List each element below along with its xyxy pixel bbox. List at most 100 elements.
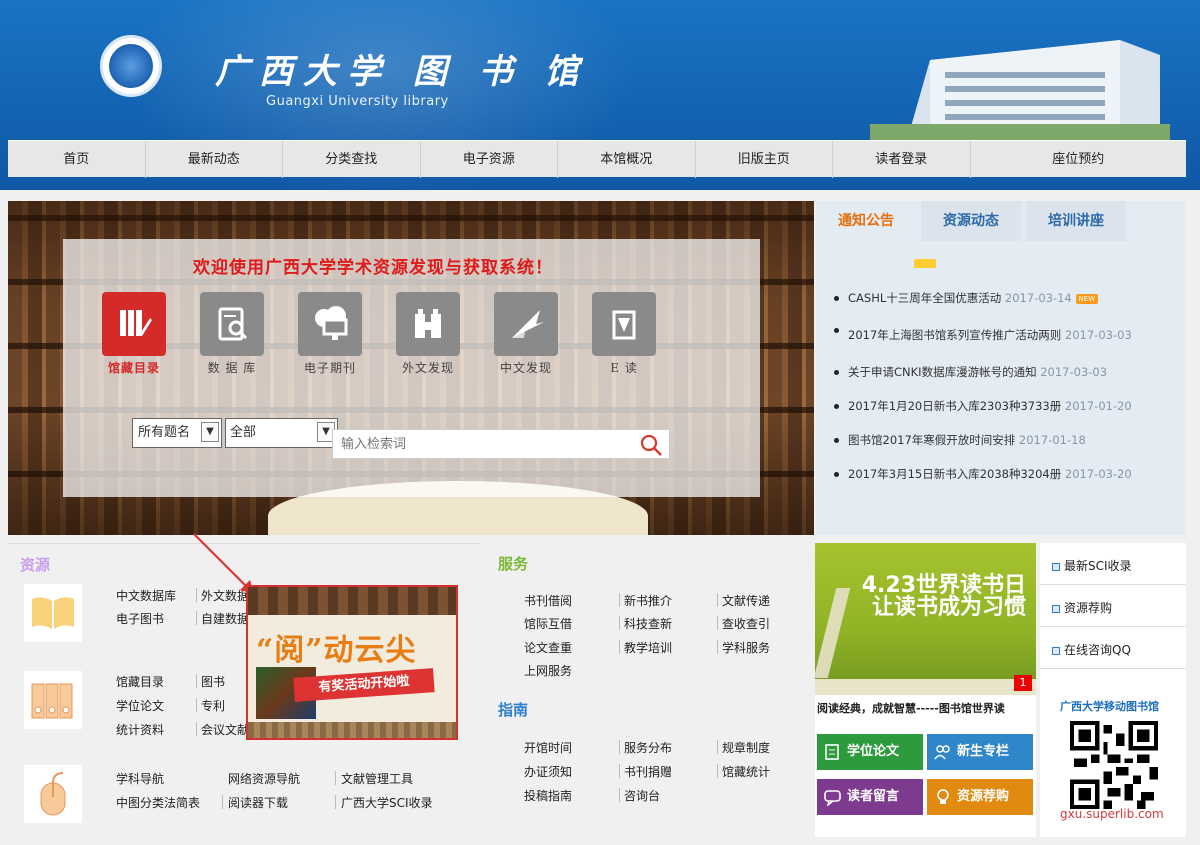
nav-category-search[interactable]: 分类查找 bbox=[283, 141, 421, 178]
guide-link[interactable]: 咨询台 bbox=[624, 787, 660, 804]
database-icon[interactable] bbox=[200, 292, 264, 356]
notice-text[interactable]: 图书馆2017年寒假开放时间安排 bbox=[848, 433, 1015, 447]
search-box bbox=[332, 429, 670, 459]
nav-old-homepage[interactable]: 旧版主页 bbox=[696, 141, 833, 178]
divider bbox=[222, 795, 223, 809]
database-label[interactable]: 数 据 库 bbox=[192, 359, 272, 376]
guide-link[interactable]: 服务分布 bbox=[624, 739, 672, 756]
freshman-tile[interactable]: 新生专栏 bbox=[927, 734, 1033, 770]
foreign-discovery-icon[interactable] bbox=[396, 292, 460, 356]
nav-reader-login[interactable]: 读者登录 bbox=[833, 141, 971, 178]
tab-notices[interactable]: 通知公告 bbox=[816, 201, 916, 241]
divider bbox=[619, 640, 620, 654]
resource-link[interactable]: 阅读器下载 bbox=[228, 794, 288, 811]
notice-item[interactable]: 2017年1月20日新书入库2303种3733册 2017-01-20 bbox=[834, 389, 1164, 423]
resource-link[interactable]: 中文数据库 bbox=[116, 587, 176, 604]
catalog-label[interactable]: 馆藏目录 bbox=[94, 359, 174, 376]
freshman-icon bbox=[934, 745, 950, 760]
resource-link[interactable]: 自建数据 bbox=[201, 610, 249, 627]
tab-resource-news[interactable]: 资源动态 bbox=[921, 201, 1021, 241]
catalog-icon[interactable] bbox=[102, 292, 166, 356]
notice-item[interactable]: CASHL十三周年全国优惠活动 2017-03-14 NEW bbox=[834, 281, 1164, 315]
service-link[interactable]: 论文查重 bbox=[524, 639, 572, 656]
resource-link[interactable]: 中图分类法简表 bbox=[116, 794, 200, 811]
resource-link[interactable]: 学位论文 bbox=[116, 697, 164, 714]
divider bbox=[196, 674, 197, 688]
resource-link[interactable]: 网络资源导航 bbox=[228, 770, 300, 787]
search-icon[interactable] bbox=[639, 433, 663, 457]
quicklink-sci[interactable]: 最新SCI收录 bbox=[1040, 547, 1186, 585]
notice-item[interactable]: 图书馆2017年寒假开放时间安排 2017-01-18 bbox=[834, 423, 1164, 457]
service-link[interactable]: 馆际互借 bbox=[524, 615, 572, 632]
guide-link[interactable]: 开馆时间 bbox=[524, 739, 572, 756]
quicklink-qq[interactable]: 在线咨询QQ bbox=[1040, 631, 1186, 669]
ejournal-label[interactable]: 电子期刊 bbox=[290, 359, 370, 376]
service-link[interactable]: 教学培训 bbox=[624, 639, 672, 656]
guide-link[interactable]: 办证须知 bbox=[524, 763, 572, 780]
resource-link[interactable]: 图书 bbox=[201, 673, 225, 690]
university-logo[interactable] bbox=[100, 35, 162, 97]
notice-text[interactable]: 关于申请CNKI数据库漫游帐号的通知 bbox=[848, 365, 1037, 379]
e-read-icon[interactable] bbox=[592, 292, 656, 356]
guide-link[interactable]: 投稿指南 bbox=[524, 787, 572, 804]
notice-item[interactable]: 2017年上海图书馆系列宣传推广活动两则 2017-03-03 bbox=[834, 315, 1164, 355]
thesis-tile[interactable]: 学位论文 bbox=[817, 734, 923, 770]
notice-text[interactable]: 2017年1月20日新书入库2303种3733册 bbox=[848, 399, 1061, 413]
banner-text: 4.23世界读书日 让读书成为习惯 bbox=[862, 575, 1026, 619]
banner-base bbox=[815, 679, 1036, 695]
resource-link[interactable]: 统计资料 bbox=[116, 721, 164, 738]
quicklinks-panel: 最新SCI收录 资源荐购 在线咨询QQ 广西大学移动图书馆 gxu.superl… bbox=[1040, 543, 1186, 837]
tab-training[interactable]: 培训讲座 bbox=[1026, 201, 1126, 241]
notice-text[interactable]: 2017年3月15日新书入库2038种3204册 bbox=[848, 467, 1061, 481]
mobile-url[interactable]: gxu.superlib.com bbox=[1060, 807, 1164, 821]
notice-item[interactable]: 关于申请CNKI数据库漫游帐号的通知 2017-03-03 bbox=[834, 355, 1164, 389]
title-field-value: 所有题名 bbox=[138, 425, 191, 440]
notice-text[interactable]: CASHL十三周年全国优惠活动 bbox=[848, 291, 1001, 305]
slide-indicator[interactable]: 1 bbox=[1014, 675, 1032, 691]
divider bbox=[196, 722, 197, 736]
resource-link[interactable]: 学科导航 bbox=[116, 770, 164, 787]
guide-link[interactable]: 馆藏统计 bbox=[722, 763, 770, 780]
divider bbox=[619, 593, 620, 607]
resource-link[interactable]: 馆藏目录 bbox=[116, 673, 164, 690]
chinese-discovery-label[interactable]: 中文发现 bbox=[486, 359, 566, 376]
world-book-day-banner[interactable]: 4.23世界读书日 让读书成为习惯 1 bbox=[813, 543, 1036, 695]
search-input[interactable] bbox=[333, 430, 623, 458]
service-link[interactable]: 科技查新 bbox=[624, 615, 672, 632]
scope-select[interactable]: 全部 ▼ bbox=[225, 418, 338, 448]
service-link[interactable]: 文献传递 bbox=[722, 592, 770, 609]
resource-link[interactable]: 电子图书 bbox=[116, 610, 164, 627]
nav-latest-news[interactable]: 最新动态 bbox=[146, 141, 283, 178]
resource-link[interactable]: 广西大学SCI收录 bbox=[341, 794, 433, 811]
service-link[interactable]: 查收查引 bbox=[722, 615, 770, 632]
recommend-tile[interactable]: 资源荐购 bbox=[927, 779, 1033, 815]
service-link[interactable]: 书刊借阅 bbox=[524, 592, 572, 609]
notice-text[interactable]: 2017年上海图书馆系列宣传推广活动两则 bbox=[848, 328, 1061, 342]
resource-link[interactable]: 专利 bbox=[201, 697, 225, 714]
resource-link[interactable]: 文献管理工具 bbox=[341, 770, 413, 787]
e-read-label[interactable]: E 读 bbox=[584, 359, 664, 376]
chevron-down-icon[interactable]: ▼ bbox=[201, 422, 219, 442]
notice-date: 2017-03-03 bbox=[1064, 328, 1132, 342]
divider bbox=[717, 640, 718, 654]
ejournal-icon[interactable] bbox=[298, 292, 362, 356]
nav-library-overview[interactable]: 本馆概况 bbox=[558, 141, 696, 178]
nav-home[interactable]: 首页 bbox=[8, 141, 146, 178]
nav-e-resources[interactable]: 电子资源 bbox=[421, 141, 558, 178]
foreign-discovery-label[interactable]: 外文发现 bbox=[388, 359, 468, 376]
banner-caption[interactable]: 阅读经典，成就智慧-----图书馆世界读 bbox=[817, 700, 1005, 716]
guide-link[interactable]: 规章制度 bbox=[722, 739, 770, 756]
event-popup-ad[interactable]: “阅”动云尖 有奖活动开始啦 bbox=[246, 585, 458, 740]
service-link[interactable]: 新书推介 bbox=[624, 592, 672, 609]
title-field-select[interactable]: 所有题名 ▼ bbox=[132, 418, 222, 448]
nav-seat-booking[interactable]: 座位预约 bbox=[971, 141, 1187, 178]
guide-link[interactable]: 书刊捐赠 bbox=[624, 763, 672, 780]
quicklink-recommend[interactable]: 资源荐购 bbox=[1040, 589, 1186, 627]
service-link[interactable]: 学科服务 bbox=[722, 639, 770, 656]
notice-item[interactable]: 2017年3月15日新书入库2038种3204册 2017-03-20 bbox=[834, 457, 1164, 491]
message-tile[interactable]: 读者留言 bbox=[817, 779, 923, 815]
divider bbox=[196, 698, 197, 712]
service-link[interactable]: 上网服务 bbox=[524, 662, 572, 679]
chinese-discovery-icon[interactable] bbox=[494, 292, 558, 356]
resource-link[interactable]: 会议文献 bbox=[201, 721, 249, 738]
